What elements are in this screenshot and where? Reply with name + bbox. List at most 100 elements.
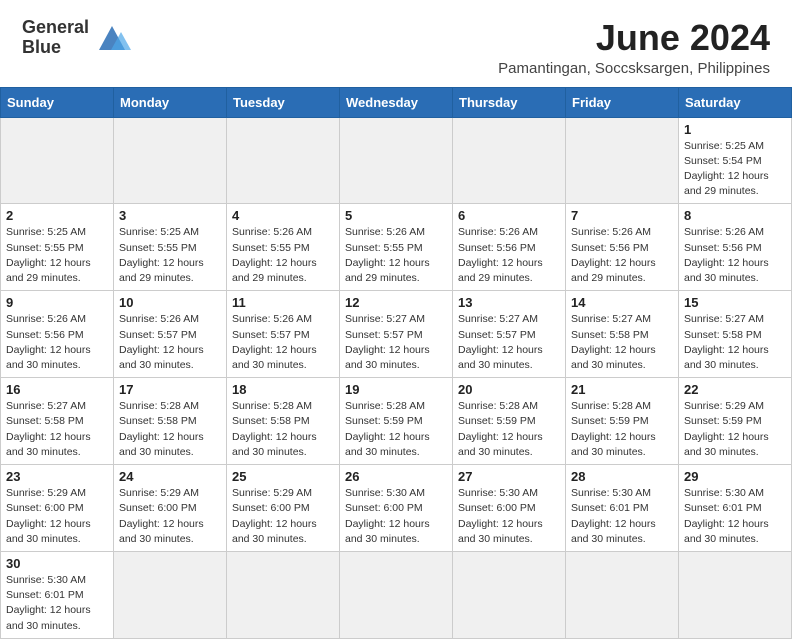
day-header-tuesday: Tuesday: [227, 87, 340, 117]
calendar-cell: 20Sunrise: 5:28 AM Sunset: 5:59 PM Dayli…: [453, 378, 566, 465]
calendar-cell: [340, 551, 453, 638]
week-row-3: 9 Sunrise: 5:26 AM Sunset: 5:56 PM Daylig…: [1, 291, 792, 378]
day-number: 18: [232, 382, 334, 397]
day-number: 1: [684, 122, 786, 137]
day-info: Sunrise: 5:30 AM Sunset: 6:00 PM Dayligh…: [458, 486, 560, 547]
week-row-2: 2 Sunrise: 5:25 AM Sunset: 5:55 PM Daylig…: [1, 204, 792, 291]
day-number: 7: [571, 208, 673, 223]
week-row-4: 16 Sunrise: 5:27 AM Sunset: 5:58 PM Dayli…: [1, 378, 792, 465]
day-number: 20: [458, 382, 560, 397]
day-info: Sunrise: 5:28 AM Sunset: 5:58 PM Dayligh…: [119, 399, 221, 460]
calendar-cell: 11Sunrise: 5:26 AM Sunset: 5:57 PM Dayli…: [227, 291, 340, 378]
day-info: Sunrise: 5:27 AM Sunset: 5:58 PM Dayligh…: [6, 399, 108, 460]
day-info: Sunrise: 5:26 AM Sunset: 5:55 PM Dayligh…: [232, 225, 334, 286]
calendar-cell: 18 Sunrise: 5:28 AM Sunset: 5:58 PM Dayli…: [227, 378, 340, 465]
calendar-cell: [227, 117, 340, 204]
day-header-monday: Monday: [114, 87, 227, 117]
day-info: Sunrise: 5:27 AM Sunset: 5:58 PM Dayligh…: [571, 312, 673, 373]
day-number: 11: [232, 295, 334, 310]
calendar-cell: 30Sunrise: 5:30 AM Sunset: 6:01 PM Dayli…: [1, 551, 114, 638]
logo-text: General Blue: [22, 18, 89, 58]
day-number: 24: [119, 469, 221, 484]
calendar-title: June 2024: [498, 18, 770, 58]
calendar-cell: 5 Sunrise: 5:26 AM Sunset: 5:55 PM Daylig…: [340, 204, 453, 291]
day-info: Sunrise: 5:30 AM Sunset: 6:01 PM Dayligh…: [6, 573, 108, 634]
calendar-cell: 7Sunrise: 5:26 AM Sunset: 5:56 PM Daylig…: [566, 204, 679, 291]
day-info: Sunrise: 5:26 AM Sunset: 5:56 PM Dayligh…: [458, 225, 560, 286]
day-number: 17: [119, 382, 221, 397]
calendar-cell: [340, 117, 453, 204]
day-info: Sunrise: 5:25 AM Sunset: 5:55 PM Dayligh…: [6, 225, 108, 286]
day-info: Sunrise: 5:25 AM Sunset: 5:55 PM Dayligh…: [119, 225, 221, 286]
calendar-cell: 3 Sunrise: 5:25 AM Sunset: 5:55 PM Daylig…: [114, 204, 227, 291]
day-number: 12: [345, 295, 447, 310]
day-number: 3: [119, 208, 221, 223]
day-info: Sunrise: 5:26 AM Sunset: 5:56 PM Dayligh…: [684, 225, 786, 286]
logo: General Blue: [22, 18, 131, 58]
calendar-cell: 21Sunrise: 5:28 AM Sunset: 5:59 PM Dayli…: [566, 378, 679, 465]
day-number: 10: [119, 295, 221, 310]
calendar-cell: [566, 551, 679, 638]
day-number: 15: [684, 295, 786, 310]
calendar-cell: 9 Sunrise: 5:26 AM Sunset: 5:56 PM Daylig…: [1, 291, 114, 378]
calendar-cell: 4 Sunrise: 5:26 AM Sunset: 5:55 PM Daylig…: [227, 204, 340, 291]
calendar-cell: [679, 551, 792, 638]
day-number: 26: [345, 469, 447, 484]
day-info: Sunrise: 5:25 AM Sunset: 5:54 PM Dayligh…: [684, 139, 786, 200]
day-info: Sunrise: 5:27 AM Sunset: 5:57 PM Dayligh…: [458, 312, 560, 373]
calendar-cell: 15 Sunrise: 5:27 AM Sunset: 5:58 PM Dayli…: [679, 291, 792, 378]
day-header-friday: Friday: [566, 87, 679, 117]
calendar-cell: 17 Sunrise: 5:28 AM Sunset: 5:58 PM Dayli…: [114, 378, 227, 465]
day-info: Sunrise: 5:29 AM Sunset: 6:00 PM Dayligh…: [6, 486, 108, 547]
day-header-sunday: Sunday: [1, 87, 114, 117]
week-row-5: 23 Sunrise: 5:29 AM Sunset: 6:00 PM Dayli…: [1, 465, 792, 552]
day-info: Sunrise: 5:27 AM Sunset: 5:58 PM Dayligh…: [684, 312, 786, 373]
day-number: 29: [684, 469, 786, 484]
calendar-cell: 1 Sunrise: 5:25 AM Sunset: 5:54 PM Daylig…: [679, 117, 792, 204]
days-header-row: SundayMondayTuesdayWednesdayThursdayFrid…: [1, 87, 792, 117]
day-info: Sunrise: 5:30 AM Sunset: 6:01 PM Dayligh…: [571, 486, 673, 547]
day-number: 22: [684, 382, 786, 397]
day-number: 4: [232, 208, 334, 223]
calendar-cell: 26Sunrise: 5:30 AM Sunset: 6:00 PM Dayli…: [340, 465, 453, 552]
day-number: 23: [6, 469, 108, 484]
day-header-wednesday: Wednesday: [340, 87, 453, 117]
day-number: 6: [458, 208, 560, 223]
logo-blue: Blue: [22, 37, 61, 57]
calendar-cell: [453, 117, 566, 204]
calendar-cell: 8 Sunrise: 5:26 AM Sunset: 5:56 PM Daylig…: [679, 204, 792, 291]
calendar-subtitle: Pamantingan, Soccsksargen, Philippines: [498, 60, 770, 77]
day-info: Sunrise: 5:28 AM Sunset: 5:59 PM Dayligh…: [571, 399, 673, 460]
calendar-cell: [114, 117, 227, 204]
day-number: 14: [571, 295, 673, 310]
day-info: Sunrise: 5:26 AM Sunset: 5:55 PM Dayligh…: [345, 225, 447, 286]
day-number: 2: [6, 208, 108, 223]
day-number: 9: [6, 295, 108, 310]
logo-general: General: [22, 17, 89, 37]
day-info: Sunrise: 5:26 AM Sunset: 5:57 PM Dayligh…: [119, 312, 221, 373]
calendar-cell: [566, 117, 679, 204]
title-block: June 2024 Pamantingan, Soccsksargen, Phi…: [498, 18, 770, 77]
day-number: 25: [232, 469, 334, 484]
calendar-cell: 16 Sunrise: 5:27 AM Sunset: 5:58 PM Dayli…: [1, 378, 114, 465]
day-number: 27: [458, 469, 560, 484]
day-info: Sunrise: 5:26 AM Sunset: 5:56 PM Dayligh…: [6, 312, 108, 373]
day-info: Sunrise: 5:28 AM Sunset: 5:58 PM Dayligh…: [232, 399, 334, 460]
calendar-cell: 6 Sunrise: 5:26 AM Sunset: 5:56 PM Daylig…: [453, 204, 566, 291]
day-header-thursday: Thursday: [453, 87, 566, 117]
day-number: 19: [345, 382, 447, 397]
day-number: 16: [6, 382, 108, 397]
page-header: General Blue June 2024 Pamantingan, Socc…: [0, 0, 792, 87]
calendar-cell: 13Sunrise: 5:27 AM Sunset: 5:57 PM Dayli…: [453, 291, 566, 378]
day-info: Sunrise: 5:29 AM Sunset: 6:00 PM Dayligh…: [232, 486, 334, 547]
calendar-cell: 25 Sunrise: 5:29 AM Sunset: 6:00 PM Dayli…: [227, 465, 340, 552]
calendar-cell: [453, 551, 566, 638]
day-number: 8: [684, 208, 786, 223]
calendar-table: SundayMondayTuesdayWednesdayThursdayFrid…: [0, 87, 792, 639]
calendar-cell: 10 Sunrise: 5:26 AM Sunset: 5:57 PM Dayli…: [114, 291, 227, 378]
calendar-cell: 2 Sunrise: 5:25 AM Sunset: 5:55 PM Daylig…: [1, 204, 114, 291]
calendar-cell: 28Sunrise: 5:30 AM Sunset: 6:01 PM Dayli…: [566, 465, 679, 552]
day-number: 5: [345, 208, 447, 223]
calendar-cell: 19Sunrise: 5:28 AM Sunset: 5:59 PM Dayli…: [340, 378, 453, 465]
calendar-cell: [1, 117, 114, 204]
